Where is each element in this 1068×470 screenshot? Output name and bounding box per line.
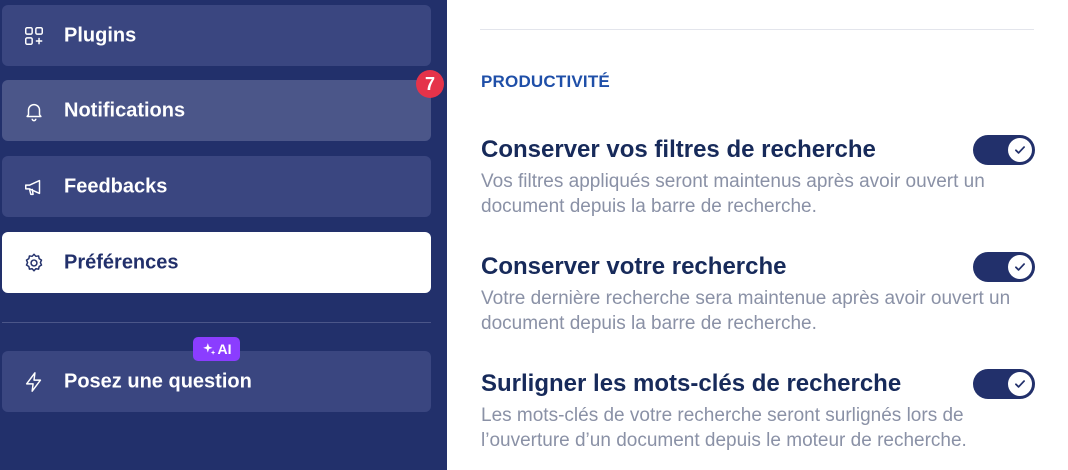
ai-badge: AI [193, 337, 240, 361]
check-icon [1015, 146, 1025, 154]
sidebar-item-notifications[interactable]: Notifications [2, 80, 431, 141]
megaphone-icon [22, 175, 46, 199]
plugins-icon [22, 24, 46, 48]
sidebar-divider [2, 322, 431, 323]
sidebar-item-label: Posez une question [64, 370, 252, 392]
toggle-keep-filters[interactable] [973, 135, 1035, 165]
preference-title: Conserver votre recherche [481, 253, 787, 280]
sidebar: Plugins Notifications 7 Feedbacks Préfér… [0, 0, 447, 470]
preference-description: Vos filtres appliqués seront maintenus a… [481, 171, 985, 217]
sparkle-icon [202, 343, 215, 355]
toggle-highlight-keywords[interactable] [973, 369, 1035, 399]
toggle-knob [1008, 138, 1032, 162]
gear-icon [22, 251, 46, 275]
toggle-knob [1008, 255, 1032, 279]
sidebar-item-label: Plugins [64, 24, 137, 46]
sidebar-item-label: Notifications [64, 99, 186, 121]
section-title: PRODUCTIVITÉ [481, 72, 610, 91]
sidebar-item-feedbacks[interactable]: Feedbacks [2, 156, 431, 217]
sidebar-item-label: Feedbacks [64, 175, 168, 197]
bell-icon [22, 99, 46, 123]
toggle-keep-search[interactable] [973, 252, 1035, 282]
preference-description: Les mots-clés de votre recherche seront … [481, 405, 967, 451]
sidebar-item-preferences[interactable]: Préférences [2, 232, 431, 293]
preference-item: Surligner les mots-clés de recherche Les… [481, 369, 1041, 453]
sidebar-item-label: Préférences [64, 251, 179, 273]
preference-item: Conserver votre recherche Votre dernière… [481, 252, 1041, 336]
section-divider [480, 29, 1034, 30]
ai-badge-label: AI [217, 341, 232, 357]
lightning-icon [22, 370, 46, 394]
preference-description: Votre dernière recherche sera maintenue … [481, 288, 1011, 334]
check-icon [1015, 380, 1025, 388]
sidebar-item-plugins[interactable]: Plugins [2, 5, 431, 66]
preference-title: Conserver vos filtres de recherche [481, 136, 876, 163]
check-icon [1015, 263, 1025, 271]
preference-title: Surligner les mots-clés de recherche [481, 370, 902, 397]
preference-item: Conserver vos filtres de recherche Vos f… [481, 135, 1041, 219]
notification-count-badge: 7 [416, 70, 444, 98]
toggle-knob [1008, 372, 1032, 396]
